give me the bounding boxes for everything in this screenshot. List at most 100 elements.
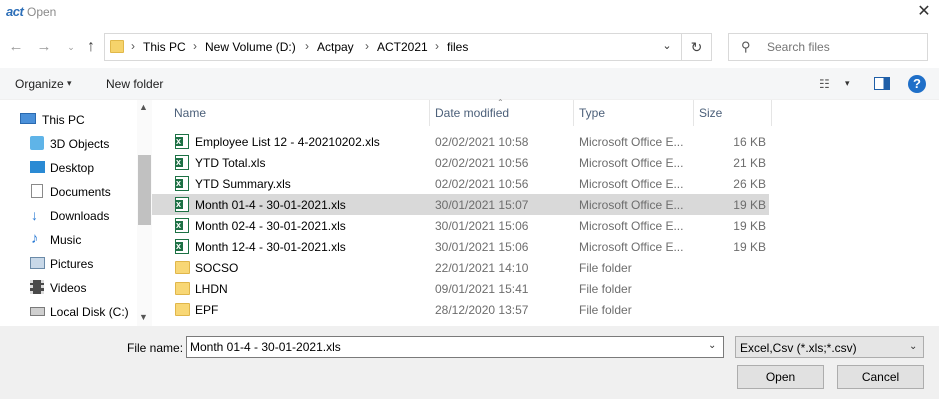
excel-file-icon xyxy=(175,239,189,254)
sidebar-item-music[interactable]: ♪ Music xyxy=(0,228,138,252)
new-folder-button[interactable]: New folder xyxy=(106,77,163,91)
refresh-button[interactable]: ↻ xyxy=(682,33,712,61)
file-size: 19 KB xyxy=(733,240,766,254)
breadcrumb-separator: › xyxy=(305,39,309,53)
recent-locations-chevron-icon[interactable]: ⌄ xyxy=(62,37,80,57)
sidebar-item-local-disk[interactable]: Local Disk (C:) xyxy=(0,300,138,324)
sidebar-item-videos[interactable]: Videos xyxy=(0,276,138,300)
breadcrumb-this-pc[interactable]: This PC xyxy=(143,40,186,54)
excel-file-icon xyxy=(175,218,189,233)
scroll-down-icon[interactable]: ▼ xyxy=(139,312,148,322)
folder-icon xyxy=(110,40,124,53)
up-folder-button[interactable]: ↑ xyxy=(82,37,100,57)
column-header-size[interactable]: Size xyxy=(699,106,722,120)
sidebar-item-documents[interactable]: Documents xyxy=(0,180,138,204)
file-row[interactable]: LHDN 09/01/2021 15:41 File folder xyxy=(152,278,769,299)
file-name: YTD Summary.xls xyxy=(195,177,291,191)
file-row[interactable]: Employee List 12 - 4-20210202.xls 02/02/2… xyxy=(152,131,769,152)
sidebar-item-this-pc[interactable]: This PC xyxy=(0,108,138,132)
address-bar[interactable]: › This PC › New Volume (D:) › Actpay › A… xyxy=(104,33,682,61)
breadcrumb-files[interactable]: files xyxy=(447,40,468,54)
toolbar: Organize ▾ New folder ☷ ▾ ? xyxy=(0,68,939,100)
breadcrumb-actpay[interactable]: Actpay xyxy=(317,40,354,54)
excel-file-icon xyxy=(175,134,189,149)
filename-input[interactable] xyxy=(190,340,700,354)
breadcrumb-new-volume[interactable]: New Volume (D:) xyxy=(205,40,296,54)
search-box[interactable]: ⚲ xyxy=(728,33,928,61)
file-row[interactable]: SOCSO 22/01/2021 14:10 File folder xyxy=(152,257,769,278)
documents-icon xyxy=(31,184,43,198)
file-size: 19 KB xyxy=(733,198,766,212)
sidebar-item-pictures[interactable]: Pictures xyxy=(0,252,138,276)
file-name: Month 01-4 - 30-01-2021.xls xyxy=(195,198,346,212)
file-list: Name Date modified ⌃ Type Size Employee … xyxy=(152,98,939,326)
file-name: Month 02-4 - 30-01-2021.xls xyxy=(195,219,346,233)
file-row[interactable]: Month 02-4 - 30-01-2021.xls 30/01/2021 15… xyxy=(152,215,769,236)
sidebar-item-label: Videos xyxy=(50,281,87,295)
sidebar-item-3d-objects[interactable]: 3D Objects xyxy=(0,132,138,156)
sidebar-item-desktop[interactable]: Desktop xyxy=(0,156,138,180)
file-type-dropdown-icon[interactable]: ⌄ xyxy=(909,341,917,352)
file-name: Employee List 12 - 4-20210202.xls xyxy=(195,135,380,149)
desktop-icon xyxy=(30,161,45,173)
cancel-button[interactable]: Cancel xyxy=(837,365,924,389)
sidebar-scrollbar[interactable]: ▲ ▼ xyxy=(137,100,152,326)
open-button[interactable]: Open xyxy=(737,365,824,389)
organize-button[interactable]: Organize xyxy=(15,77,64,91)
file-row[interactable]: YTD Summary.xls 02/02/2021 10:56 Microsoft… xyxy=(152,173,769,194)
folder-icon xyxy=(175,282,190,295)
address-dropdown-icon[interactable]: ⌄ xyxy=(657,39,677,57)
sort-indicator-icon: ⌃ xyxy=(497,98,504,107)
navigation-pane: This PC 3D Objects Desktop Documents ↓ D… xyxy=(0,100,152,326)
forward-button[interactable]: → xyxy=(35,37,53,57)
breadcrumb-separator: › xyxy=(193,39,197,53)
preview-pane-icon[interactable] xyxy=(874,77,890,90)
file-row[interactable]: Month 12-4 - 30-01-2021.xls 30/01/2021 15… xyxy=(152,236,769,257)
file-name: SOCSO xyxy=(195,261,239,275)
close-button[interactable]: ✕ xyxy=(912,2,936,22)
back-button[interactable]: ← xyxy=(7,37,25,57)
folder-icon xyxy=(175,261,190,274)
file-date-modified: 30/01/2021 15:06 xyxy=(435,219,529,233)
help-icon[interactable]: ? xyxy=(908,75,926,93)
file-date-modified: 02/02/2021 10:58 xyxy=(435,135,529,149)
sidebar-item-label: This PC xyxy=(42,113,85,127)
file-type: File folder xyxy=(579,282,632,296)
search-icon: ⚲ xyxy=(741,39,751,54)
column-header-name[interactable]: Name xyxy=(174,106,206,120)
breadcrumb-act2021[interactable]: ACT2021 xyxy=(377,40,428,54)
column-header-type[interactable]: Type xyxy=(579,106,605,120)
column-divider[interactable] xyxy=(429,100,430,126)
filename-dropdown-icon[interactable]: ⌄ xyxy=(708,340,716,351)
sidebar-item-label: Local Disk (C:) xyxy=(50,305,129,319)
file-row[interactable]: Month 01-4 - 30-01-2021.xls 30/01/2021 15… xyxy=(152,194,769,215)
videos-icon xyxy=(30,280,44,294)
excel-file-icon xyxy=(175,155,189,170)
file-type: Microsoft Office E... xyxy=(579,219,684,233)
organize-caret-icon[interactable]: ▾ xyxy=(67,78,72,89)
view-options-icon[interactable]: ☷ xyxy=(819,77,830,91)
file-date-modified: 30/01/2021 15:06 xyxy=(435,240,529,254)
column-header-date[interactable]: Date modified xyxy=(435,106,509,120)
file-type: File folder xyxy=(579,303,632,317)
search-input[interactable] xyxy=(767,39,922,55)
file-date-modified: 02/02/2021 10:56 xyxy=(435,156,529,170)
file-row[interactable]: YTD Total.xls 02/02/2021 10:56 Microsoft O… xyxy=(152,152,769,173)
file-row[interactable]: EPF 28/12/2020 13:57 File folder xyxy=(152,299,769,320)
column-divider[interactable] xyxy=(771,100,772,126)
bottom-panel: File name: ⌄ Excel,Csv (*.xls;*.csv) ⌄ O… xyxy=(0,326,939,399)
3d-objects-icon xyxy=(30,136,44,150)
file-type-select[interactable]: Excel,Csv (*.xls;*.csv) ⌄ xyxy=(735,336,924,358)
scroll-up-icon[interactable]: ▲ xyxy=(139,102,148,112)
column-divider[interactable] xyxy=(573,100,574,126)
column-divider[interactable] xyxy=(693,100,694,126)
view-caret-icon[interactable]: ▾ xyxy=(845,78,850,89)
file-type: Microsoft Office E... xyxy=(579,240,684,254)
sidebar-item-downloads[interactable]: ↓ Downloads xyxy=(0,204,138,228)
file-date-modified: 28/12/2020 13:57 xyxy=(435,303,529,317)
filename-combobox[interactable]: ⌄ xyxy=(186,336,724,358)
pictures-icon xyxy=(30,257,45,269)
scroll-thumb[interactable] xyxy=(138,155,151,225)
file-type: Microsoft Office E... xyxy=(579,135,684,149)
disk-icon xyxy=(30,307,45,316)
